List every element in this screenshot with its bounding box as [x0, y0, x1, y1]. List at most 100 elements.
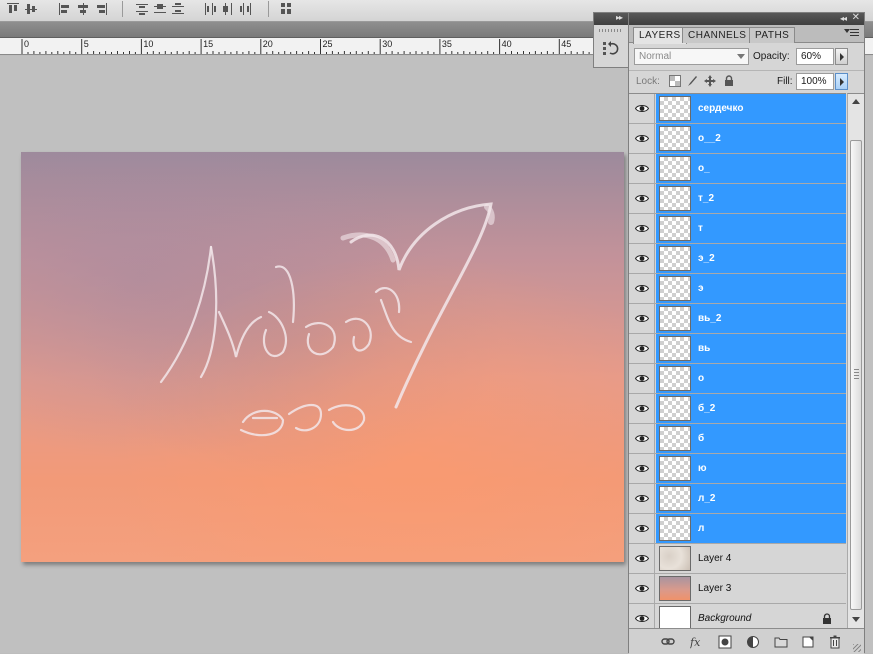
panel-grip[interactable] [599, 29, 623, 32]
layer-body[interactable]: л [656, 514, 846, 543]
layer-row[interactable]: вь [629, 334, 846, 364]
layer-body[interactable]: Layer 3 [656, 574, 846, 603]
layer-thumbnail[interactable] [659, 546, 691, 571]
delete-layer-icon[interactable] [828, 635, 842, 649]
layer-body[interactable]: о__2 [656, 124, 846, 153]
panel-title-bar[interactable]: ◂◂ ✕ [629, 12, 864, 25]
visibility-toggle[interactable] [629, 454, 655, 483]
scroll-down-icon[interactable] [852, 617, 860, 622]
layer-thumbnail[interactable] [659, 366, 691, 391]
distribute-bottom-edges-button[interactable] [171, 2, 185, 16]
layer-body[interactable]: о [656, 364, 846, 393]
panel-menu-icon[interactable] [844, 28, 860, 38]
visibility-toggle[interactable] [629, 544, 655, 573]
layer-thumbnail[interactable] [659, 576, 691, 601]
link-layers-icon[interactable] [661, 635, 675, 649]
layer-row[interactable]: о [629, 364, 846, 394]
layer-row[interactable]: б [629, 424, 846, 454]
layer-thumbnail[interactable] [659, 606, 691, 628]
lock-position-icon[interactable] [704, 75, 716, 87]
new-group-icon[interactable] [774, 635, 788, 649]
layer-row[interactable]: о_ [629, 154, 846, 184]
layer-body[interactable]: вь_2 [656, 304, 846, 333]
fill-slider-button[interactable] [835, 73, 848, 90]
layer-row[interactable]: т [629, 214, 846, 244]
distribute-top-edges-button[interactable] [135, 2, 149, 16]
tab-layers[interactable]: LAYERS [633, 27, 687, 44]
layer-row[interactable]: л [629, 514, 846, 544]
layer-body[interactable]: т [656, 214, 846, 243]
visibility-toggle[interactable] [629, 244, 655, 273]
document-canvas[interactable] [21, 152, 624, 562]
layer-thumbnail[interactable] [659, 126, 691, 151]
visibility-toggle[interactable] [629, 214, 655, 243]
lock-image-pixels-icon[interactable] [686, 75, 698, 87]
distribute-vertical-centers-button[interactable] [153, 2, 167, 16]
visibility-toggle[interactable] [629, 184, 655, 213]
layer-thumbnail[interactable] [659, 246, 691, 271]
layer-body[interactable]: б_2 [656, 394, 846, 423]
opacity-input[interactable]: 60% [796, 48, 834, 65]
visibility-toggle[interactable] [629, 94, 655, 123]
layer-thumbnail[interactable] [659, 396, 691, 421]
layer-body[interactable]: э [656, 274, 846, 303]
align-vertical-centers-button[interactable] [24, 2, 38, 16]
align-top-edges-button[interactable] [6, 2, 20, 16]
align-left-edges-button[interactable] [58, 2, 72, 16]
visibility-toggle[interactable] [629, 484, 655, 513]
layer-body[interactable]: Layer 4 [656, 544, 846, 573]
layer-body[interactable]: ю [656, 454, 846, 483]
layer-body[interactable]: сердечко [656, 94, 846, 123]
new-layer-icon[interactable] [801, 635, 815, 649]
visibility-toggle[interactable] [629, 274, 655, 303]
resize-grip[interactable] [853, 644, 861, 652]
align-horizontal-centers-button[interactable] [76, 2, 90, 16]
layer-body[interactable]: т_2 [656, 184, 846, 213]
scrollbar-thumb[interactable] [850, 140, 862, 610]
layer-thumbnail[interactable] [659, 456, 691, 481]
layer-thumbnail[interactable] [659, 186, 691, 211]
visibility-toggle[interactable] [629, 424, 655, 453]
layer-thumbnail[interactable] [659, 426, 691, 451]
distribute-right-edges-button[interactable] [239, 2, 253, 16]
visibility-toggle[interactable] [629, 304, 655, 333]
tab-channels[interactable]: CHANNELS [682, 27, 753, 43]
visibility-toggle[interactable] [629, 334, 655, 363]
layer-row[interactable]: л_2 [629, 484, 846, 514]
layers-scrollbar[interactable] [847, 93, 864, 628]
layer-row[interactable]: э_2 [629, 244, 846, 274]
layer-body[interactable]: б [656, 424, 846, 453]
visibility-toggle[interactable] [629, 154, 655, 183]
collapse-panel-icon[interactable]: ◂◂ [840, 14, 847, 23]
layer-row[interactable]: Layer 4 [629, 544, 846, 574]
layer-row[interactable]: сердечко [629, 94, 846, 124]
layer-body[interactable]: э_2 [656, 244, 846, 273]
add-layer-mask-icon[interactable] [718, 635, 732, 649]
visibility-toggle[interactable] [629, 364, 655, 393]
distribute-horizontal-centers-button[interactable] [221, 2, 235, 16]
mini-panel-header[interactable]: ▸▸ [594, 13, 628, 25]
close-icon[interactable]: ✕ [852, 12, 860, 23]
layer-body[interactable]: Background [656, 604, 846, 628]
layer-style-fx-icon[interactable]: fx [690, 635, 704, 649]
layer-thumbnail[interactable] [659, 276, 691, 301]
fill-input[interactable]: 100% [796, 73, 834, 90]
tab-paths[interactable]: PATHS [749, 27, 796, 43]
visibility-toggle[interactable] [629, 514, 655, 543]
align-right-edges-button[interactable] [94, 2, 108, 16]
layer-row[interactable]: Layer 3 [629, 574, 846, 604]
lock-transparent-pixels-icon[interactable] [669, 75, 681, 87]
blend-mode-select[interactable]: Normal [634, 48, 749, 65]
lock-all-icon[interactable] [723, 75, 735, 87]
layer-body[interactable]: вь [656, 334, 846, 363]
layer-thumbnail[interactable] [659, 516, 691, 541]
new-adjustment-layer-icon[interactable] [746, 635, 760, 649]
layer-thumbnail[interactable] [659, 306, 691, 331]
expand-panel-icon[interactable]: ▸▸ [616, 13, 623, 22]
layer-thumbnail[interactable] [659, 96, 691, 121]
layer-thumbnail[interactable] [659, 216, 691, 241]
layer-row[interactable]: б_2 [629, 394, 846, 424]
layer-row[interactable]: э [629, 274, 846, 304]
visibility-toggle[interactable] [629, 574, 655, 603]
visibility-toggle[interactable] [629, 604, 655, 628]
